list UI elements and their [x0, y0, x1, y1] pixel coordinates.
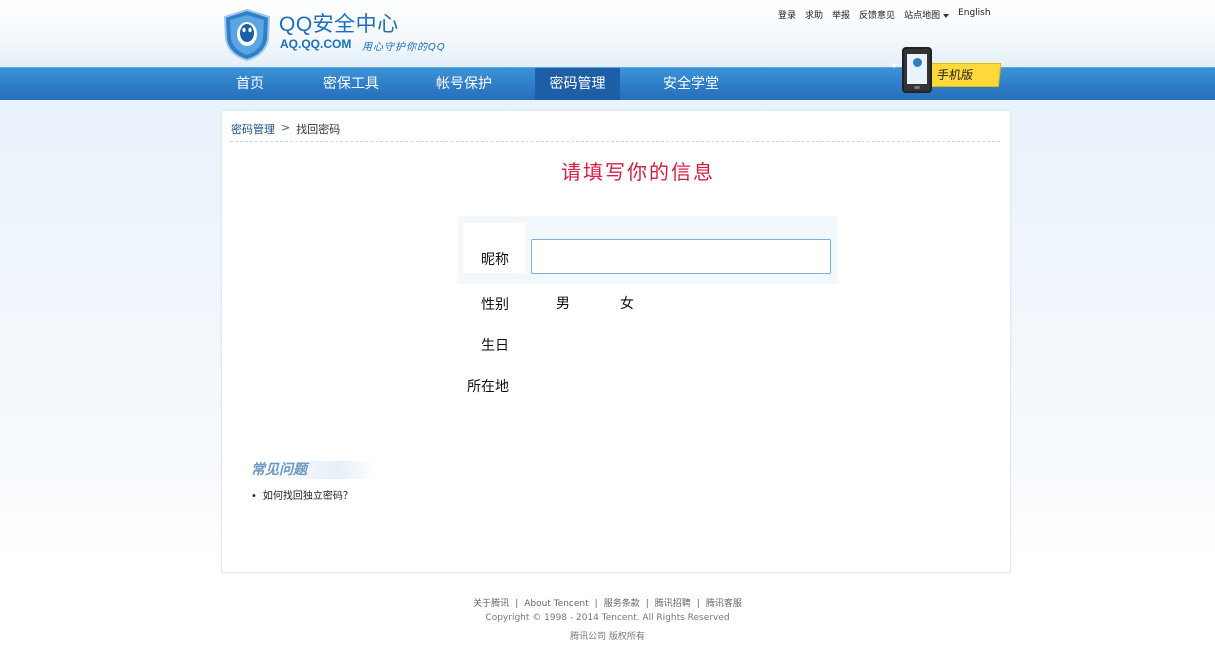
breadcrumb-parent-link[interactable]: 密码管理 — [231, 121, 275, 137]
owner-text: 腾讯公司 版权所有 — [570, 632, 645, 642]
faq-item[interactable]: • 如何找回独立密码？ — [251, 487, 353, 502]
brand-url: AQ.QQ.COM — [280, 37, 352, 51]
nav-item-password-management[interactable]: 密码管理 — [535, 68, 620, 100]
breadcrumb-separator: > — [281, 121, 291, 134]
qq-shield-logo-icon[interactable] — [222, 9, 272, 61]
help-link[interactable]: 求助 — [805, 8, 823, 21]
header: QQ安全中心 AQ.QQ.COM 用心守护你的QQ 登录 求助 举报 反馈意见 … — [0, 0, 1215, 66]
mobile-version-label: 手机版 — [928, 63, 1002, 87]
location-label: 所在地 — [467, 379, 509, 395]
brand-title: QQ安全中心 — [279, 13, 399, 36]
report-link[interactable]: 举报 — [832, 8, 850, 21]
footer-link-support[interactable]: 腾讯客服 — [706, 599, 742, 609]
nav-item-security-tools[interactable]: 密保工具 — [312, 68, 390, 100]
footer-links: 关于腾讯 | About Tencent | 服务条款 | 腾讯招聘 | 腾讯客服 — [0, 596, 1215, 609]
sparkle-icon: ✦ — [890, 61, 899, 72]
brand-slogan: 用心守护你的QQ — [362, 42, 446, 53]
copyright-text: Copyright © 1998 - 2014 Tencent. All Rig… — [485, 613, 730, 623]
faq-item-label: 如何找回独立密码？ — [262, 491, 353, 502]
sitemap-label: 站点地图 — [904, 11, 941, 21]
footer-link-about-cn[interactable]: 关于腾讯 — [473, 599, 509, 609]
nickname-label: 昵称 — [481, 252, 509, 268]
footer-link-terms[interactable]: 服务条款 — [604, 599, 640, 609]
login-link[interactable]: 登录 — [778, 8, 796, 21]
breadcrumb: 密码管理 > 找回密码 — [231, 121, 340, 137]
gender-option-male[interactable]: 男 — [556, 293, 570, 313]
english-link[interactable]: English — [958, 8, 991, 21]
page-heading: 请填写你的信息 — [561, 160, 715, 184]
birthday-label: 生日 — [481, 338, 509, 354]
divider — [230, 141, 1000, 142]
phone-home-button — [914, 86, 920, 89]
footer-separator: | — [645, 599, 649, 609]
footer-link-jobs[interactable]: 腾讯招聘 — [655, 599, 691, 609]
breadcrumb-current: 找回密码 — [296, 123, 341, 136]
content-panel: 密码管理 > 找回密码 请填写你的信息 昵称 性别 男 女 生日 所在地 常见问… — [221, 110, 1011, 573]
gender-option-female[interactable]: 女 — [620, 293, 634, 313]
phone-logo-icon — [913, 58, 922, 67]
top-links: 登录 求助 举报 反馈意见 站点地图 English — [778, 8, 991, 21]
footer-separator: | — [696, 599, 700, 609]
faq-title: 常见问题 — [251, 461, 376, 479]
main-nav: 首页 密保工具 帐号保护 密码管理 安全学堂 — [0, 67, 1215, 100]
nav-item-account-protection[interactable]: 帐号保护 — [425, 68, 503, 100]
footer-separator: | — [594, 599, 598, 609]
gender-label: 性别 — [481, 297, 509, 313]
sitemap-link[interactable]: 站点地图 — [904, 8, 950, 21]
nav-item-security-school[interactable]: 安全学堂 — [652, 68, 730, 100]
nav-item-home[interactable]: 首页 — [222, 68, 278, 100]
phone-screen — [907, 54, 927, 84]
footer-link-about-en[interactable]: About Tencent — [524, 599, 588, 609]
mobile-version-badge[interactable]: ✦ 手机版 — [890, 47, 1005, 95]
footer-separator: | — [515, 599, 519, 609]
nickname-input[interactable] — [531, 239, 831, 274]
mobile-phone-icon — [902, 47, 932, 93]
bullet: • — [251, 491, 257, 502]
feedback-link[interactable]: 反馈意见 — [859, 8, 895, 21]
caret-down-icon — [943, 13, 950, 18]
